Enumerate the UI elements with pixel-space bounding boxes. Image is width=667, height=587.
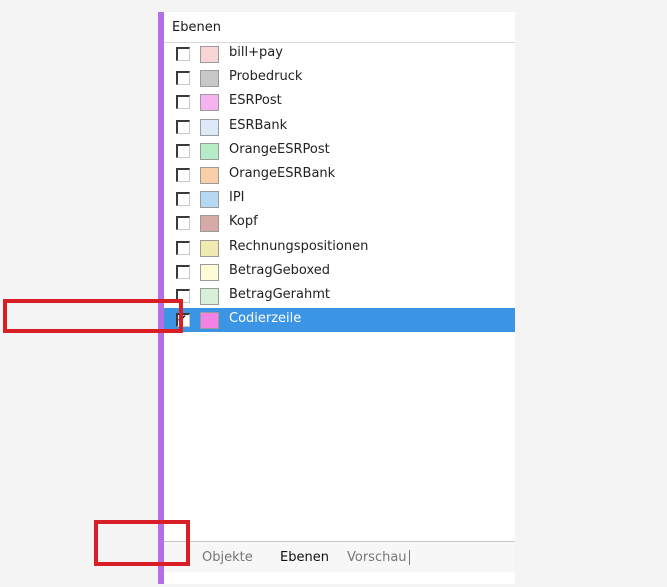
layer-row[interactable]: ESRBank — [164, 115, 515, 139]
layer-color-swatch[interactable] — [200, 215, 219, 233]
layer-label: OrangeESRBank — [229, 165, 336, 181]
layer-color-swatch[interactable] — [200, 46, 219, 63]
layer-visibility-checkbox[interactable] — [176, 216, 190, 231]
highlight-box-ebenen-tab — [94, 520, 190, 566]
layer-row[interactable]: BetragGeboxed — [164, 260, 515, 284]
layer-color-swatch[interactable] — [200, 312, 219, 330]
layer-color-swatch[interactable] — [200, 94, 219, 112]
layer-visibility-checkbox[interactable] — [176, 47, 190, 61]
layer-label: ESRPost — [229, 93, 282, 109]
layer-row[interactable]: bill+pay — [164, 42, 515, 66]
layer-label: BetragGerahmt — [229, 286, 330, 302]
layers-panel: Ebenen bill+pay Probedruck ESRPost ESRBank O… — [158, 12, 515, 584]
layer-label: Probedruck — [229, 69, 303, 85]
layer-row[interactable]: Rechnungspositionen — [164, 236, 515, 260]
layer-visibility-checkbox[interactable] — [176, 264, 190, 279]
tab-objekte[interactable]: Objekte — [202, 550, 253, 565]
layer-visibility-checkbox[interactable] — [176, 240, 190, 255]
highlight-box-selected-layer — [3, 299, 183, 333]
layer-list: bill+pay Probedruck ESRPost ESRBank OrangeES… — [164, 42, 515, 333]
layer-label: BetragGeboxed — [229, 262, 330, 278]
layer-visibility-checkbox[interactable] — [176, 143, 190, 158]
layer-visibility-checkbox[interactable] — [176, 119, 190, 134]
layer-visibility-checkbox[interactable] — [176, 192, 190, 207]
layer-row[interactable]: Probedruck — [164, 66, 515, 90]
layer-label: OrangeESRPost — [229, 141, 330, 157]
layer-label: IPI — [229, 190, 245, 206]
layer-visibility-checkbox[interactable] — [176, 167, 190, 182]
layer-color-swatch[interactable] — [200, 142, 219, 160]
layer-visibility-checkbox[interactable] — [176, 71, 190, 86]
layer-color-swatch[interactable] — [200, 70, 219, 88]
layer-color-swatch[interactable] — [200, 166, 219, 184]
layer-color-swatch[interactable] — [200, 287, 219, 305]
layer-row[interactable]: Codierzeile — [164, 308, 515, 333]
layer-row[interactable]: BetragGerahmt — [164, 284, 515, 308]
layer-row[interactable]: Kopf — [164, 211, 515, 235]
layer-label: ESRBank — [229, 117, 288, 133]
layer-label: Kopf — [229, 214, 258, 230]
panel-title: Ebenen — [172, 20, 221, 35]
layer-row[interactable]: ESRPost — [164, 90, 515, 114]
layer-label: bill+pay — [229, 45, 283, 60]
layer-color-swatch[interactable] — [200, 118, 219, 136]
tab-bar: Objekte Ebenen Vorschau — [164, 541, 515, 572]
layer-color-swatch[interactable] — [200, 191, 219, 209]
layer-visibility-checkbox[interactable] — [176, 95, 190, 110]
layer-row[interactable]: IPI — [164, 187, 515, 211]
layer-row[interactable]: OrangeESRPost — [164, 139, 515, 163]
layer-row[interactable]: OrangeESRBank — [164, 163, 515, 187]
layer-color-swatch[interactable] — [200, 239, 219, 257]
tab-ebenen[interactable]: Ebenen — [280, 550, 329, 565]
layer-label: Codierzeile — [229, 311, 302, 327]
tab-vorschau[interactable]: Vorschau — [347, 550, 410, 565]
layer-color-swatch[interactable] — [200, 263, 219, 281]
layer-label: Rechnungspositionen — [229, 238, 369, 254]
